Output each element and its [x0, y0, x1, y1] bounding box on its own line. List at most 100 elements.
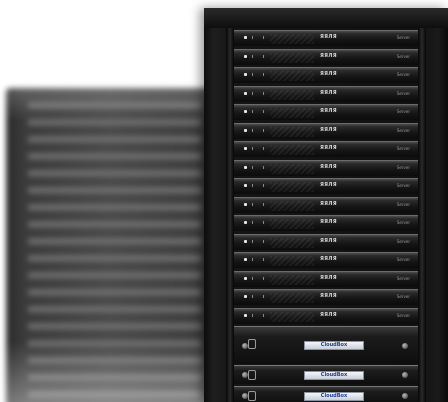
storage-unit: CloudBox [234, 365, 418, 384]
usb-port-icon [252, 276, 264, 280]
usb-port-icon [252, 221, 264, 224]
server-brand-label: ЯЯЛЯ [320, 182, 337, 188]
server-brand-label: ЯЯЛЯ [320, 108, 337, 114]
drive-handle-icon [248, 391, 256, 401]
server-brand-label: ЯЯЛЯ [320, 311, 337, 318]
status-led-icon [244, 54, 247, 58]
server-unit: ЯЯЛЯ Server [234, 252, 418, 268]
server-model-label: Server [396, 53, 410, 59]
rack-screw-icon [402, 393, 408, 399]
server-model-label: Server [396, 72, 410, 77]
server-unit: ЯЯЛЯ Server [234, 141, 418, 157]
rack-top-panel [204, 8, 448, 28]
usb-port-icon [252, 258, 264, 261]
server-model-label: Server [396, 164, 410, 170]
server-unit: ЯЯЛЯ Server [234, 196, 418, 213]
server-model-label: Server [396, 312, 410, 318]
server-rack-photo: ЯЯЛЯ Server ЯЯЛЯ Server ЯЯЛЯ Server ЯЯЛЯ Server… [0, 0, 448, 402]
server-unit: ЯЯЛЯ Server [234, 67, 418, 83]
vent-grille [270, 311, 314, 322]
status-led-icon [244, 239, 247, 243]
status-led-icon [244, 295, 247, 298]
foreground-server-rack: ЯЯЛЯ Server ЯЯЛЯ Server ЯЯЛЯ Server ЯЯЛЯ Server… [204, 8, 448, 402]
status-led-icon [244, 91, 247, 95]
status-led-icon [244, 184, 247, 187]
server-brand-label: ЯЯЛЯ [320, 126, 337, 133]
status-led-icon [244, 165, 247, 169]
vent-grille [270, 274, 314, 285]
background-fade [0, 0, 215, 402]
server-brand-label: ЯЯЛЯ [320, 52, 337, 59]
server-brand-label: ЯЯЛЯ [320, 71, 337, 77]
server-model-label: Server [396, 275, 410, 281]
vent-grille [270, 34, 314, 44]
status-led-icon [244, 73, 247, 76]
server-model-label: Server [396, 90, 410, 96]
vent-grille [270, 163, 314, 174]
server-unit: ЯЯЛЯ Server [234, 215, 418, 231]
status-led-icon [244, 313, 247, 317]
status-led-icon [244, 258, 247, 261]
usb-port-icon [252, 295, 264, 298]
server-model-label: Server [396, 109, 410, 114]
server-model-label: Server [396, 220, 410, 225]
server-brand-label: ЯЯЛЯ [320, 274, 337, 281]
status-led-icon [244, 276, 247, 280]
usb-port-icon [252, 239, 264, 243]
server-model-label: Server [396, 238, 410, 244]
server-model-label: Server [396, 146, 410, 151]
vent-grille [270, 182, 314, 192]
storage-nameplate: CloudBox [304, 341, 364, 350]
server-model-label: Server [396, 257, 410, 262]
rack-rail-right [418, 28, 426, 402]
status-led-icon [244, 110, 247, 113]
server-brand-label: ЯЯЛЯ [320, 34, 337, 40]
usb-port-icon [252, 36, 264, 39]
server-unit: ЯЯЛЯ Server [234, 48, 418, 65]
server-brand-label: ЯЯЛЯ [320, 89, 337, 96]
server-brand-label: ЯЯЛЯ [320, 200, 337, 207]
rack-screw-icon [242, 393, 248, 399]
server-model-label: Server [396, 35, 410, 40]
server-brand-label: ЯЯЛЯ [320, 256, 337, 262]
server-model-label: Server [396, 201, 410, 207]
storage-unit: CloudBox [234, 386, 418, 402]
usb-port-icon [252, 184, 264, 187]
usb-port-icon [252, 165, 264, 169]
usb-port-icon [252, 128, 264, 132]
server-brand-label: ЯЯЛЯ [320, 145, 337, 151]
server-unit: ЯЯЛЯ Server [234, 233, 418, 250]
status-led-icon [244, 221, 247, 224]
status-led-icon [244, 128, 247, 132]
server-unit: ЯЯЛЯ Server [234, 289, 418, 305]
rack-screw-icon [242, 343, 248, 349]
status-led-icon [244, 202, 247, 206]
usb-port-icon [252, 73, 264, 76]
server-model-label: Server [396, 127, 410, 133]
status-led-icon [244, 147, 247, 150]
server-model-label: Server [396, 294, 410, 299]
storage-nameplate: CloudBox [304, 371, 364, 380]
server-unit: ЯЯЛЯ Server [234, 307, 418, 324]
server-brand-label: ЯЯЛЯ [320, 219, 337, 225]
rack-screw-icon [402, 343, 408, 349]
vent-grille [270, 293, 314, 303]
rack-screw-icon [242, 372, 248, 378]
server-model-label: Server [396, 183, 410, 188]
server-unit: ЯЯЛЯ Server [234, 104, 418, 120]
vent-grille [270, 219, 314, 229]
server-unit: ЯЯЛЯ Server [234, 85, 418, 102]
rack-screw-icon [402, 372, 408, 378]
vent-grille [270, 108, 314, 118]
server-brand-label: ЯЯЛЯ [320, 293, 337, 299]
vent-grille [270, 200, 314, 211]
usb-port-icon [252, 91, 264, 95]
vent-grille [270, 89, 314, 100]
storage-unit: CloudBox [234, 326, 418, 364]
vent-grille [270, 145, 314, 155]
vent-grille [270, 237, 314, 248]
storage-nameplate: CloudBox [304, 392, 364, 401]
storage-brand-label: CloudBox [320, 342, 348, 348]
status-led-icon [244, 36, 247, 39]
drive-handle-icon [248, 370, 256, 380]
